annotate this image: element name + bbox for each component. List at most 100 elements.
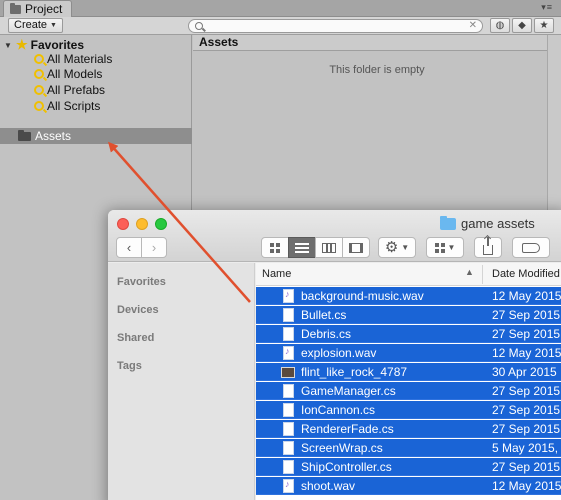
expand-triangle-icon[interactable]: ▼ (4, 41, 13, 50)
filter-type-icon: ◍ (495, 20, 505, 31)
finder-titlebar[interactable]: game assets ‹ › ⚙ ▼ ▼ (108, 210, 561, 262)
column-header-name[interactable]: Name (262, 268, 291, 280)
row-separator (256, 304, 561, 305)
row-separator (256, 456, 561, 457)
favorite-label: All Models (47, 67, 103, 81)
edit-tags-button[interactable] (512, 237, 550, 258)
chevron-down-icon: ▼ (50, 22, 57, 29)
file-date-modified: 27 Sep 2015 (492, 308, 561, 322)
file-name: Debris.cs (301, 327, 352, 341)
audio-file-icon (283, 346, 294, 360)
script-file-icon (283, 384, 294, 398)
file-row[interactable]: Debris.cs 27 Sep 2015 (256, 325, 561, 343)
folder-icon (10, 2, 21, 14)
column-view-button[interactable] (315, 237, 343, 258)
assets-folder-item[interactable]: Assets (0, 128, 192, 144)
create-button-label: Create (14, 19, 48, 31)
file-name: explosion.wav (301, 346, 377, 360)
file-name: ScreenWrap.cs (301, 441, 383, 455)
favorites-label: Favorites (30, 38, 85, 52)
file-row[interactable]: background-music.wav 12 May 2015 (256, 287, 561, 305)
favorite-all-materials[interactable]: All Materials (34, 51, 112, 67)
image-file-icon (281, 367, 295, 378)
file-name: IonCannon.cs (301, 403, 376, 417)
search-by-type-button[interactable]: ◍ (490, 18, 510, 33)
file-row[interactable]: IonCannon.cs 27 Sep 2015 (256, 401, 561, 419)
file-date-modified: 12 May 2015 (492, 346, 561, 360)
file-row[interactable]: Bullet.cs 27 Sep 2015 (256, 306, 561, 324)
star-icon: ★ (539, 20, 549, 31)
favorite-all-scripts[interactable]: All Scripts (34, 98, 100, 114)
script-file-icon (283, 422, 294, 436)
arrange-button[interactable]: ▼ (426, 237, 464, 258)
chevron-down-icon: ▼ (447, 243, 456, 252)
file-row[interactable]: GameManager.cs 27 Sep 2015 (256, 382, 561, 400)
chevron-left-icon: ‹ (126, 240, 132, 255)
file-date-modified: 5 May 2015, (492, 441, 559, 455)
audio-file-icon (283, 479, 294, 493)
panel-menu-icon[interactable]: ▾≡ (541, 2, 553, 13)
row-separator (256, 323, 561, 324)
breadcrumb[interactable]: Assets (193, 35, 561, 51)
search-icon (34, 54, 44, 64)
file-date-modified: 30 Apr 2015 (492, 365, 557, 379)
row-separator (256, 342, 561, 343)
clear-search-icon[interactable]: ✕ (469, 20, 477, 31)
file-row[interactable]: flint_like_rock_4787 30 Apr 2015 (256, 363, 561, 381)
row-separator (256, 494, 561, 495)
column-divider[interactable] (482, 265, 483, 284)
file-list: Name ▲ Date Modified background-music.wa… (256, 263, 561, 500)
file-row[interactable]: shoot.wav 12 May 2015 (256, 477, 561, 495)
sidebar-section-devices[interactable]: Devices (117, 304, 159, 316)
star-icon: ★ (16, 37, 28, 52)
script-file-icon (283, 308, 294, 322)
favorite-all-models[interactable]: All Models (34, 66, 102, 82)
folder-icon (18, 129, 31, 141)
sidebar-section-shared[interactable]: Shared (117, 332, 154, 344)
sort-ascending-icon[interactable]: ▲ (465, 267, 474, 277)
minimize-button[interactable] (136, 218, 148, 230)
file-date-modified: 27 Sep 2015 (492, 403, 561, 417)
file-name: background-music.wav (301, 289, 424, 303)
close-button[interactable] (117, 218, 129, 230)
chevron-down-icon: ▼ (401, 243, 410, 252)
create-button[interactable]: Create ▼ (8, 18, 63, 33)
file-row[interactable]: explosion.wav 12 May 2015 (256, 344, 561, 362)
columns-icon (322, 242, 336, 253)
favorite-all-prefabs[interactable]: All Prefabs (34, 82, 105, 98)
favorite-search-button[interactable]: ★ (534, 18, 554, 33)
action-menu-button[interactable]: ⚙ ▼ (378, 237, 416, 258)
cover-flow-icon (349, 242, 363, 253)
file-date-modified: 12 May 2015 (492, 479, 561, 493)
file-row[interactable]: RendererFade.cs 27 Sep 2015 (256, 420, 561, 438)
search-input[interactable]: ✕ (188, 19, 483, 33)
file-name: shoot.wav (301, 479, 356, 493)
file-row[interactable]: ShipController.cs 27 Sep 2015 (256, 458, 561, 476)
zoom-button[interactable] (155, 218, 167, 230)
row-separator (256, 399, 561, 400)
file-date-modified: 27 Sep 2015 (492, 327, 561, 341)
icon-view-button[interactable] (261, 237, 289, 258)
finder-sidebar: Favorites Devices Shared Tags (108, 263, 255, 500)
row-separator (256, 380, 561, 381)
file-row[interactable]: ScreenWrap.cs 5 May 2015, (256, 439, 561, 457)
row-separator (256, 361, 561, 362)
cover-flow-button[interactable] (342, 237, 370, 258)
window-title: game assets (440, 215, 535, 231)
sidebar-section-tags[interactable]: Tags (117, 360, 142, 372)
sidebar-section-favorites[interactable]: Favorites (117, 276, 166, 288)
tag-icon: ◆ (518, 20, 526, 31)
back-button[interactable]: ‹ (116, 237, 142, 258)
share-button[interactable] (474, 236, 502, 258)
gear-icon: ⚙ (384, 239, 399, 256)
column-header-date-modified[interactable]: Date Modified (492, 268, 560, 280)
tab-project-label: Project (25, 2, 63, 16)
list-view-button[interactable] (288, 237, 316, 258)
tag-icon (522, 242, 540, 253)
assets-folder-label: Assets (35, 129, 72, 143)
share-icon (483, 236, 493, 255)
row-separator (256, 418, 561, 419)
forward-button[interactable]: › (141, 237, 167, 258)
tab-project[interactable]: Project (3, 0, 72, 17)
search-by-label-button[interactable]: ◆ (512, 18, 532, 33)
